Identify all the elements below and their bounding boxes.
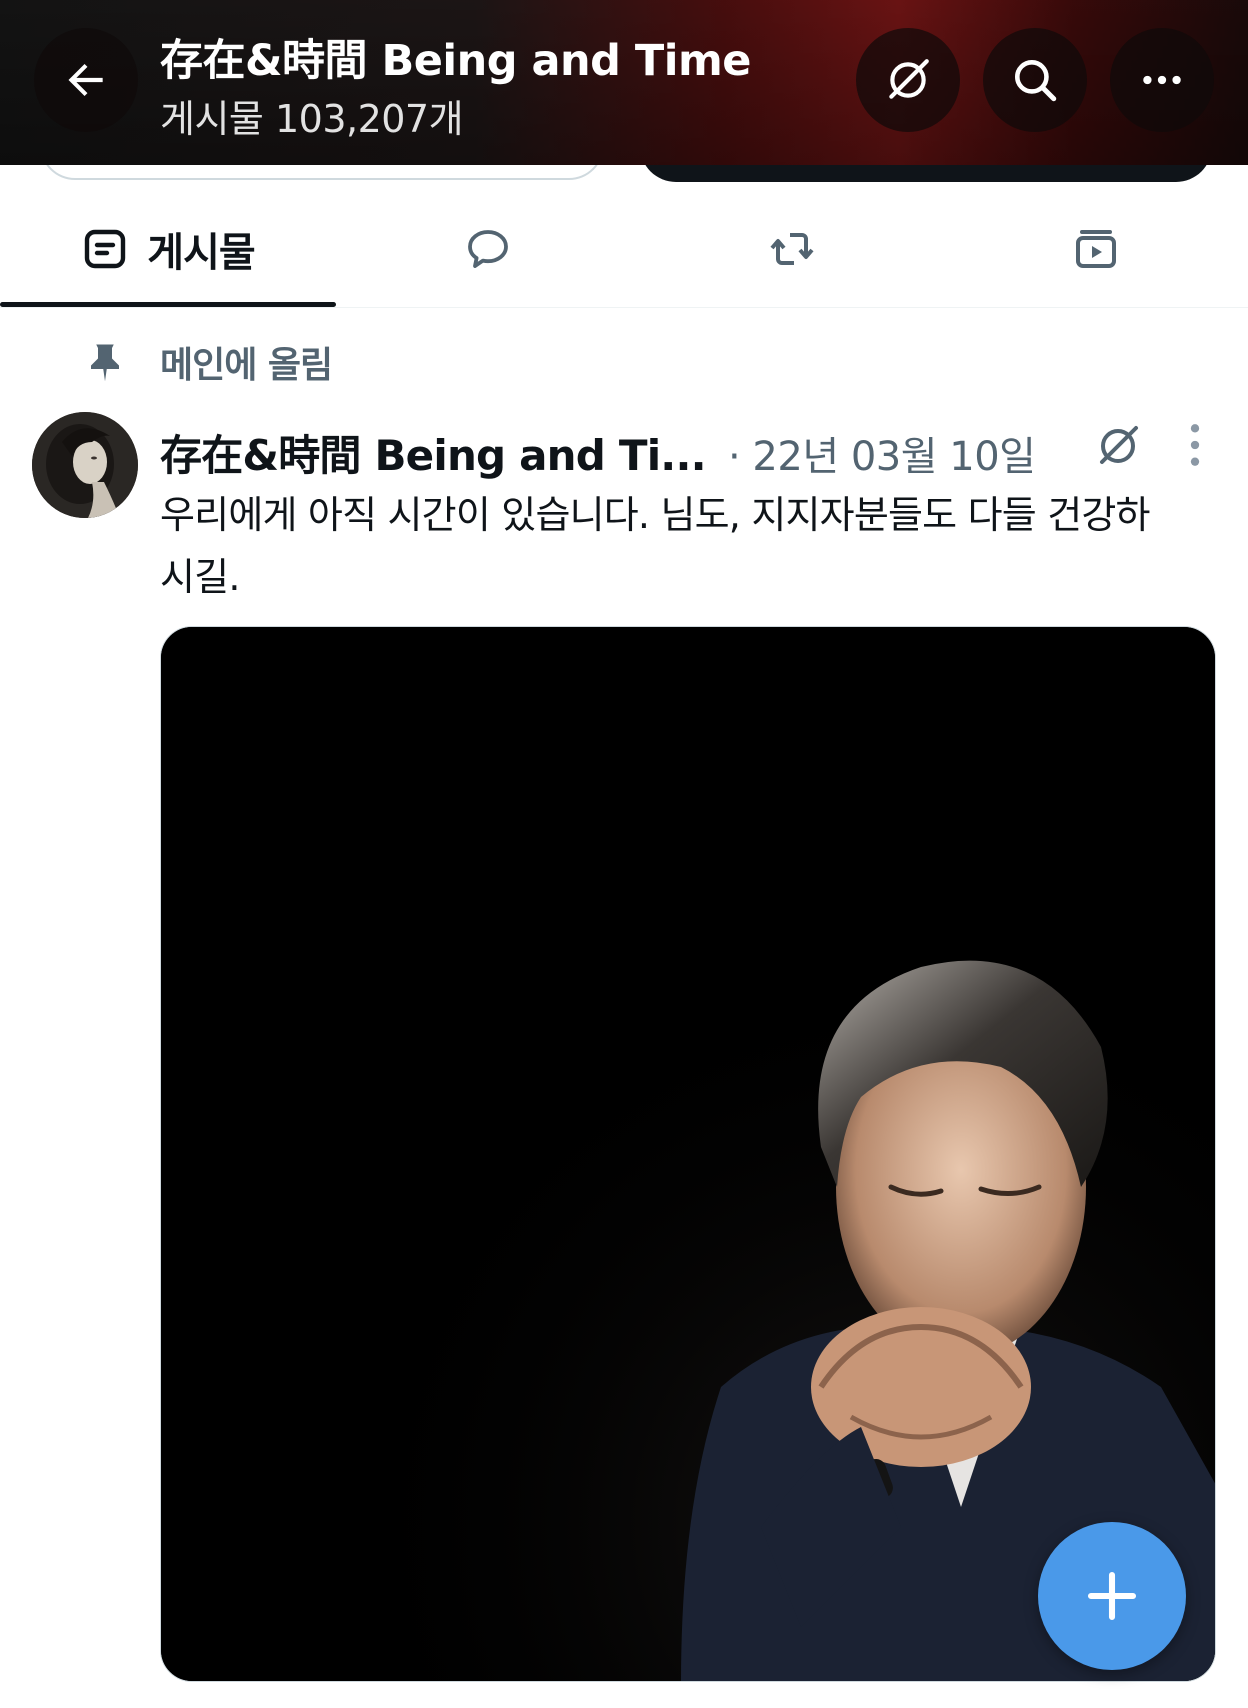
more-icon: [1143, 75, 1181, 85]
post-more-icon[interactable]: [1180, 420, 1210, 470]
post-count: 게시물 103,207개: [160, 97, 464, 141]
profile-header: 存在&時間 Being and Time 게시물 103,207개: [0, 0, 1248, 165]
premium-badge-icon: [889, 59, 929, 99]
more-options-button[interactable]: [1110, 28, 1214, 132]
tab-reposts[interactable]: [640, 190, 944, 308]
search-icon: [1015, 60, 1057, 102]
media-photo: [161, 627, 1215, 1681]
post-author-name[interactable]: 存在&時間 Being and Ti...: [160, 422, 707, 483]
plus-icon: [1087, 1571, 1137, 1621]
compose-post-button[interactable]: [1038, 1522, 1186, 1670]
posts-icon: [85, 229, 126, 269]
premium-badge-button[interactable]: [856, 28, 960, 132]
tab-posts[interactable]: 게시물: [0, 190, 336, 308]
pinned-indicator: 메인에 올림: [86, 336, 333, 388]
pinned-label: 메인에 올림: [160, 345, 333, 386]
avatar[interactable]: [32, 412, 138, 518]
post-text: 우리에게 아직 시간이 있습니다. 님도, 지지자분들도 다들 건강하시길.: [160, 493, 1150, 599]
tab-media[interactable]: [944, 190, 1248, 308]
profile-tabs: 게시물: [0, 190, 1248, 308]
premium-badge-icon: [1100, 426, 1138, 464]
tab-replies[interactable]: [336, 190, 640, 308]
pin-icon: [91, 344, 119, 382]
tab-posts-label: 게시물: [147, 230, 255, 276]
repost-icon: [770, 233, 814, 265]
media-icon: [1076, 230, 1116, 268]
post-media-image[interactable]: [160, 626, 1216, 1682]
back-button[interactable]: [34, 28, 138, 132]
back-arrow-icon: [68, 63, 103, 97]
post-timestamp[interactable]: · 22년 03월 10일: [728, 424, 1036, 482]
avatar-portrait-image: [32, 412, 138, 518]
header-title: 存在&時間 Being and Time: [160, 36, 751, 86]
active-tab-indicator: [0, 302, 336, 307]
reply-icon: [468, 230, 508, 268]
search-button[interactable]: [983, 28, 1087, 132]
